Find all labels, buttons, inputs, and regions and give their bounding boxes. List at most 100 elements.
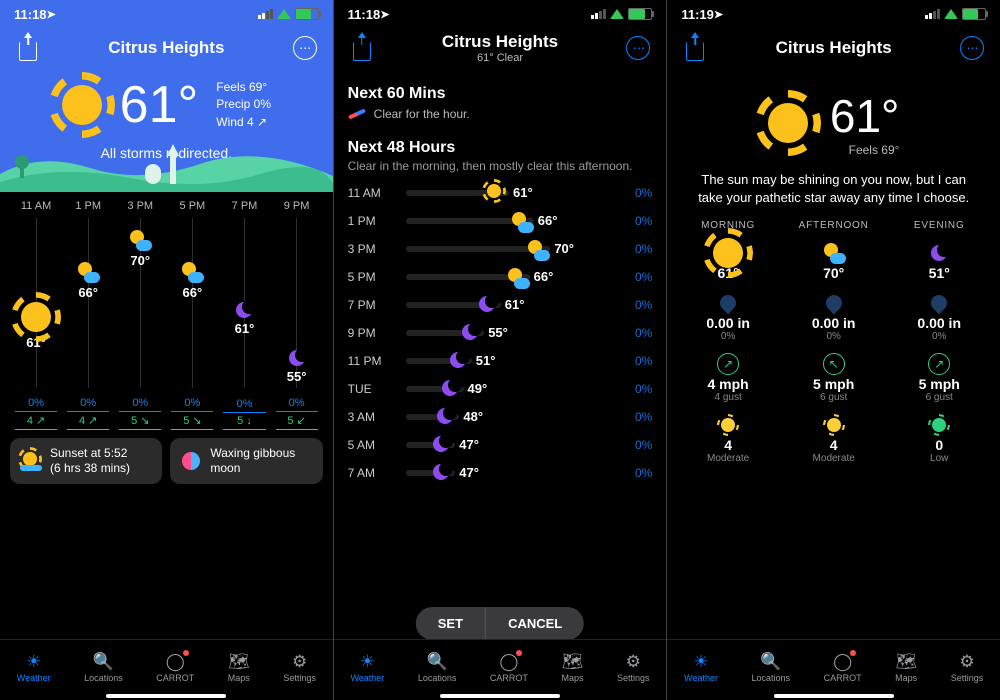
hourly-row[interactable]: 5 AM47°0% xyxy=(334,431,667,459)
row-time: 3 AM xyxy=(348,410,396,424)
tab-icon: ☀ xyxy=(360,653,375,670)
tab-icon: 🔍 xyxy=(760,653,781,670)
hour-temp: 66° xyxy=(78,285,98,300)
hourly-column[interactable]: 1 PM66°0%4 ↗ xyxy=(62,200,114,430)
tab-icon: ◯ xyxy=(499,653,518,670)
top-bar: Citrus Heights ⋯ xyxy=(0,25,333,71)
share-button[interactable] xyxy=(681,34,709,62)
hourly-row[interactable]: TUE49°0% xyxy=(334,375,667,403)
tab-maps[interactable]: 🗺Maps xyxy=(895,653,917,683)
tab-label: Maps xyxy=(228,673,250,683)
hourly-row[interactable]: 7 PM61°0% xyxy=(334,291,667,319)
tab-bar: ☀Weather 🔍Locations ◯CARROT 🗺Maps ⚙Settings xyxy=(334,639,667,700)
clock: 11:19 xyxy=(681,7,714,22)
battery-icon xyxy=(628,8,652,20)
row-time: 11 PM xyxy=(348,354,396,368)
tab-locations[interactable]: 🔍Locations xyxy=(752,653,791,683)
tab-carrot[interactable]: ◯CARROT xyxy=(824,653,862,683)
tab-settings[interactable]: ⚙Settings xyxy=(283,653,316,683)
location-title[interactable]: Citrus Heights xyxy=(709,38,958,58)
signal-icon xyxy=(591,9,606,19)
row-precip: 0% xyxy=(622,326,652,340)
row-temp: 61° xyxy=(513,185,533,200)
moon-icon xyxy=(437,408,453,424)
hourly-row[interactable]: 3 AM48°0% xyxy=(334,403,667,431)
tab-icon: ☀ xyxy=(26,653,41,670)
tab-settings[interactable]: ⚙Settings xyxy=(617,653,650,683)
hourly-row[interactable]: 9 PM55°0% xyxy=(334,319,667,347)
moon-text: Waxing gibbous moon xyxy=(210,446,312,476)
tab-maps[interactable]: 🗺Maps xyxy=(228,653,250,683)
row-time: 3 PM xyxy=(348,242,396,256)
daypart-wind-cell: ↖5 mph6 gust xyxy=(781,352,887,403)
next-48-heading: Next 48 Hours xyxy=(348,139,653,157)
moon-phase-icon xyxy=(180,450,202,472)
moon-icon xyxy=(433,436,449,452)
row-time: 5 AM xyxy=(348,438,396,452)
tab-maps[interactable]: 🗺Maps xyxy=(561,653,583,683)
tab-carrot[interactable]: ◯CARROT xyxy=(156,653,194,683)
hourly-column[interactable]: 5 PM66°0%5 ↘ xyxy=(166,200,218,430)
hourly-chart[interactable]: 11 AM61°0%4 ↗1 PM66°0%4 ↗3 PM70°0%5 ↘5 P… xyxy=(0,192,333,430)
tab-weather[interactable]: ☀Weather xyxy=(350,653,384,683)
hourly-rows[interactable]: 11 AM61°0%1 PM66°0%3 PM70°0%5 PM66°0%7 P… xyxy=(334,179,667,639)
set-button[interactable]: SET xyxy=(416,607,485,640)
tab-carrot[interactable]: ◯CARROT xyxy=(490,653,528,683)
hourly-row[interactable]: 5 PM66°0% xyxy=(334,263,667,291)
next-60-heading: Next 60 Mins xyxy=(348,85,653,103)
row-temp: 55° xyxy=(488,325,508,340)
hourly-column[interactable]: 7 PM61°0%5 ↓ xyxy=(218,200,270,430)
daypart-uv-cell: 4Moderate xyxy=(781,413,887,464)
hourly-row[interactable]: 3 PM70°0% xyxy=(334,235,667,263)
row-time: 1 PM xyxy=(348,214,396,228)
tab-settings[interactable]: ⚙Settings xyxy=(951,653,984,683)
hourly-row[interactable]: 7 AM47°0% xyxy=(334,459,667,487)
location-title[interactable]: Citrus Heights xyxy=(376,32,625,52)
current-meta: Feels 69° Precip 0% Wind 4 ↗ xyxy=(216,79,271,131)
partly-cloudy-icon xyxy=(824,243,844,263)
hourly-row[interactable]: 11 AM61°0% xyxy=(334,179,667,207)
hour-precip: 0% xyxy=(171,397,213,412)
row-temp: 47° xyxy=(459,437,479,452)
row-precip: 0% xyxy=(622,466,652,480)
daypart-grid[interactable]: MORNINGAFTERNOONEVENING61°70°51°0.00 in0… xyxy=(667,220,1000,464)
hourly-column[interactable]: 9 PM55°0%5 ↙ xyxy=(271,200,323,430)
wifi-icon xyxy=(277,9,291,19)
hourly-row[interactable]: 11 PM51°0% xyxy=(334,347,667,375)
cancel-button[interactable]: CANCEL xyxy=(485,607,584,640)
more-button[interactable]: ⋯ xyxy=(624,34,652,62)
moon-chip[interactable]: Waxing gibbous moon xyxy=(170,438,322,484)
hourly-column[interactable]: 3 PM70°0%5 ↘ xyxy=(114,200,166,430)
more-button[interactable]: ⋯ xyxy=(958,34,986,62)
tab-icon: ⚙ xyxy=(626,653,641,670)
status-bar: 11:18 ➤ xyxy=(334,0,667,25)
hourly-column[interactable]: 11 AM61°0%4 ↗ xyxy=(10,200,62,430)
share-button[interactable] xyxy=(14,34,42,62)
more-button[interactable]: ⋯ xyxy=(291,34,319,62)
row-precip: 0% xyxy=(622,214,652,228)
uv-icon xyxy=(721,418,735,432)
location-title[interactable]: Citrus Heights xyxy=(42,38,291,58)
wind-dir-icon: ↗ xyxy=(928,353,950,375)
daypart-head: AFTERNOON xyxy=(781,220,887,231)
moon-icon xyxy=(236,302,252,318)
tab-weather[interactable]: ☀Weather xyxy=(684,653,718,683)
hour-label: 11 AM xyxy=(21,200,51,212)
daypart-head: EVENING xyxy=(886,220,992,231)
daypart-precip-cell: 0.00 in0% xyxy=(781,291,887,342)
hour-wind: 5 ↘ xyxy=(171,412,213,430)
sunset-chip[interactable]: Sunset at 5:52 (6 hrs 38 mins) xyxy=(10,438,162,484)
sun-icon xyxy=(21,302,51,332)
row-precip: 0% xyxy=(622,242,652,256)
row-time: 7 AM xyxy=(348,466,396,480)
hour-precip: 0% xyxy=(15,397,57,412)
row-temp: 61° xyxy=(505,297,525,312)
hourly-row[interactable]: 1 PM66°0% xyxy=(334,207,667,235)
tab-weather[interactable]: ☀Weather xyxy=(17,653,51,683)
share-button[interactable] xyxy=(348,34,376,62)
screen-daypart: 11:19 ➤ Citrus Heights ⋯ 61° Feels 69° T… xyxy=(666,0,1000,700)
tab-locations[interactable]: 🔍Locations xyxy=(84,653,123,683)
hour-wind: 5 ↙ xyxy=(276,412,318,430)
moon-icon xyxy=(433,464,449,480)
tab-locations[interactable]: 🔍Locations xyxy=(418,653,457,683)
